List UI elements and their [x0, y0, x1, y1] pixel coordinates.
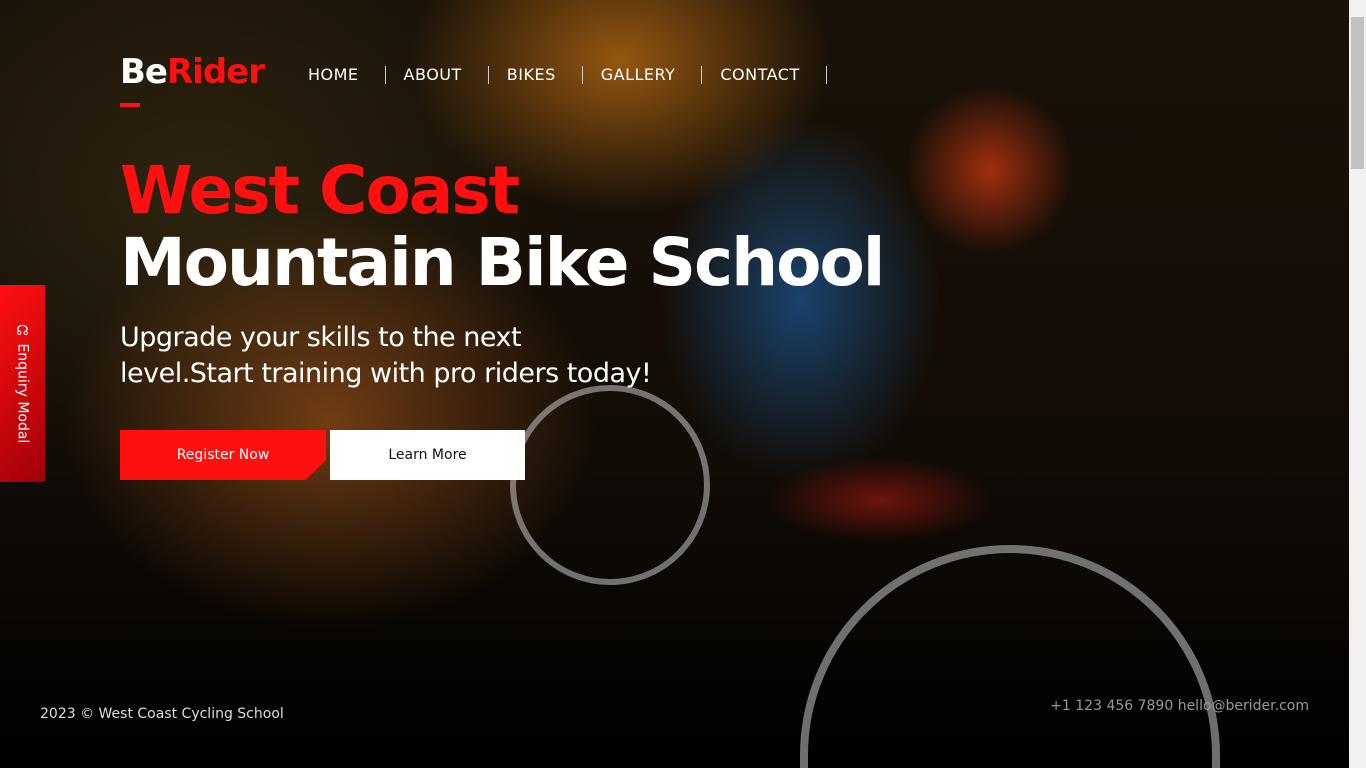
- headset-icon: ☊: [14, 323, 31, 344]
- main-nav: HOME ABOUT BIKES GALLERY CONTACT: [290, 66, 827, 84]
- enquiry-label: Enquiry Modal: [14, 343, 31, 444]
- logo-rider: Rider: [166, 52, 265, 92]
- nav-gallery[interactable]: GALLERY: [583, 66, 703, 84]
- contact-info: +1 123 456 7890 hello@berider.com: [1050, 698, 1309, 714]
- nav-contact[interactable]: CONTACT: [702, 66, 827, 84]
- enquiry-modal-tab[interactable]: ☊ Enquiry Modal: [0, 285, 45, 482]
- hero-subtitle: Upgrade your skills to the next level.St…: [120, 322, 652, 389]
- hero-background: BeRider HOME ABOUT BIKES GALLERY CONTACT…: [0, 0, 1349, 768]
- copyright: 2023 © West Coast Cycling School: [40, 706, 284, 722]
- bike-wheel-image: [510, 385, 710, 585]
- learn-more-button[interactable]: Learn More: [330, 430, 525, 480]
- hero-title-line2: Mountain Bike School: [120, 224, 885, 301]
- hero-title-line1: West Coast: [120, 152, 520, 229]
- logo-underline: [120, 103, 140, 107]
- nav-home[interactable]: HOME: [290, 66, 386, 84]
- logo-be: Be: [120, 52, 168, 92]
- bike-wheel-image: [800, 545, 1220, 768]
- logo[interactable]: BeRider: [120, 52, 265, 92]
- nav-bikes[interactable]: BIKES: [489, 66, 583, 84]
- register-now-button[interactable]: Register Now: [120, 430, 326, 480]
- nav-about[interactable]: ABOUT: [386, 66, 489, 84]
- scrollbar-thumb[interactable]: [1351, 17, 1364, 169]
